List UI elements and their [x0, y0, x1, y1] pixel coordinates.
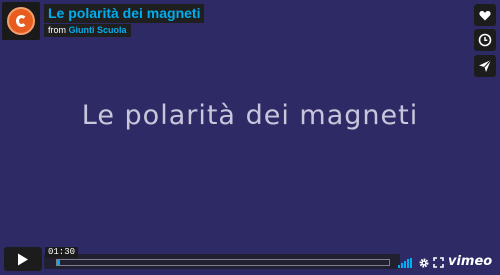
byline: from Giunti Scuola [44, 24, 131, 37]
video-frame-title: Le polarità dei magneti [81, 100, 419, 131]
watch-later-button[interactable] [474, 29, 496, 51]
vimeo-logo[interactable]: vimeo [448, 254, 492, 269]
share-button[interactable] [474, 55, 496, 77]
heart-icon [479, 10, 491, 20]
fullscreen-icon[interactable] [433, 257, 444, 268]
time-display: 01:30 [45, 247, 79, 258]
like-button[interactable] [474, 4, 496, 26]
byline-prefix: from [48, 25, 66, 35]
clock-icon [478, 33, 492, 47]
progress-fill [57, 260, 61, 265]
channel-avatar[interactable] [2, 2, 40, 40]
video-title-box: Le polarità dei magneti [44, 4, 205, 23]
progress-area [44, 254, 400, 269]
video-player[interactable]: Le polarità dei magneti Le polarità dei … [0, 0, 500, 275]
gear-icon[interactable] [418, 257, 430, 269]
volume-icon[interactable] [398, 258, 412, 268]
play-button[interactable] [4, 247, 42, 271]
owner-link[interactable]: Giunti Scuola [69, 25, 127, 35]
control-bar: 01:30 vimeo [0, 246, 500, 275]
progress-bar[interactable] [56, 259, 390, 266]
video-title-link[interactable]: Le polarità dei magneti [48, 5, 200, 21]
play-icon [18, 253, 28, 265]
giunti-logo-icon [7, 7, 35, 35]
paper-plane-icon [479, 59, 492, 72]
